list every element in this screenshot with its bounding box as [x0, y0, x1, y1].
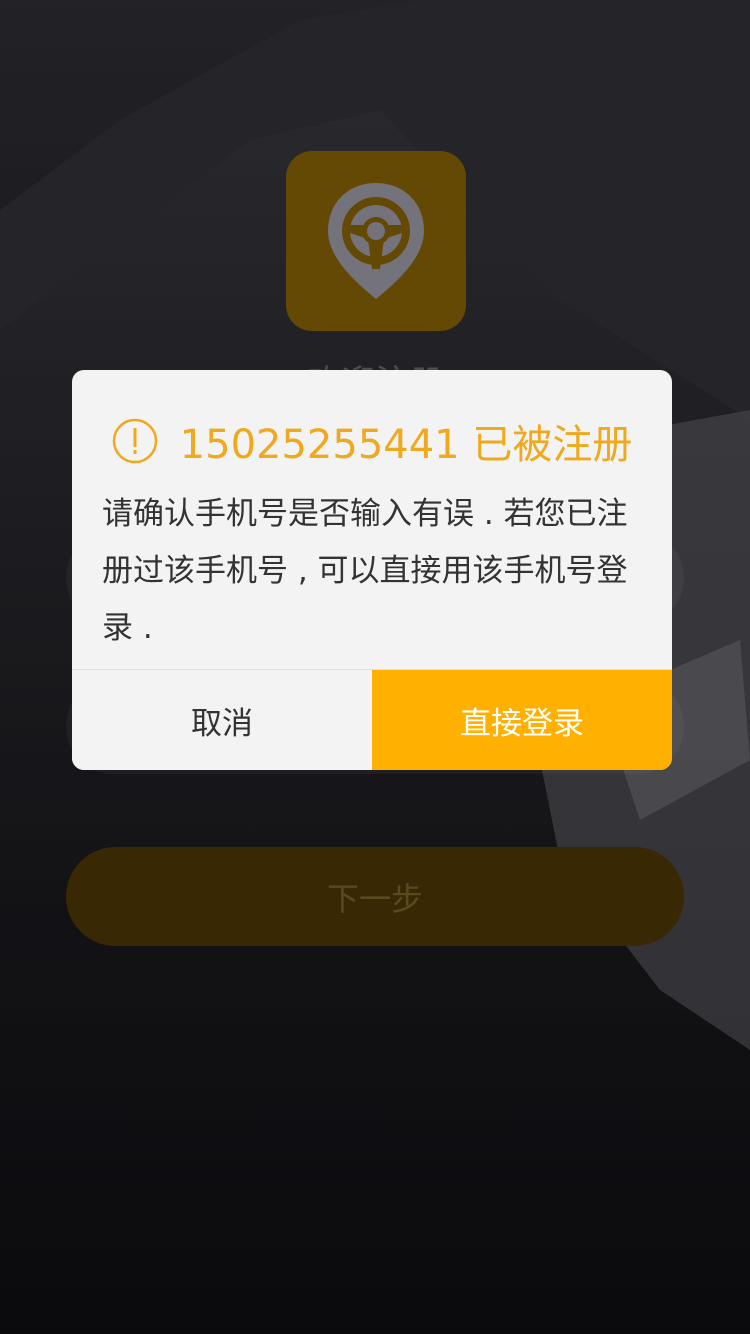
warning-icon [112, 418, 157, 464]
direct-login-button[interactable]: 直接登录 [372, 670, 672, 770]
dialog-title-row: 15025255441 已被注册 [72, 406, 672, 476]
cancel-button[interactable]: 取消 [72, 670, 372, 770]
register-screen: 欢迎注册 下一步 15025255441 已被注册 请确认手机号是否输入有误 .… [0, 0, 750, 1334]
already-registered-dialog: 15025255441 已被注册 请确认手机号是否输入有误 . 若您已注册过该手… [72, 370, 672, 770]
dialog-actions: 取消 直接登录 [72, 669, 672, 770]
dialog-title: 15025255441 已被注册 [179, 422, 633, 468]
dialog-message: 请确认手机号是否输入有误 . 若您已注册过该手机号 , 可以直接用该手机号登录 … [102, 496, 628, 646]
